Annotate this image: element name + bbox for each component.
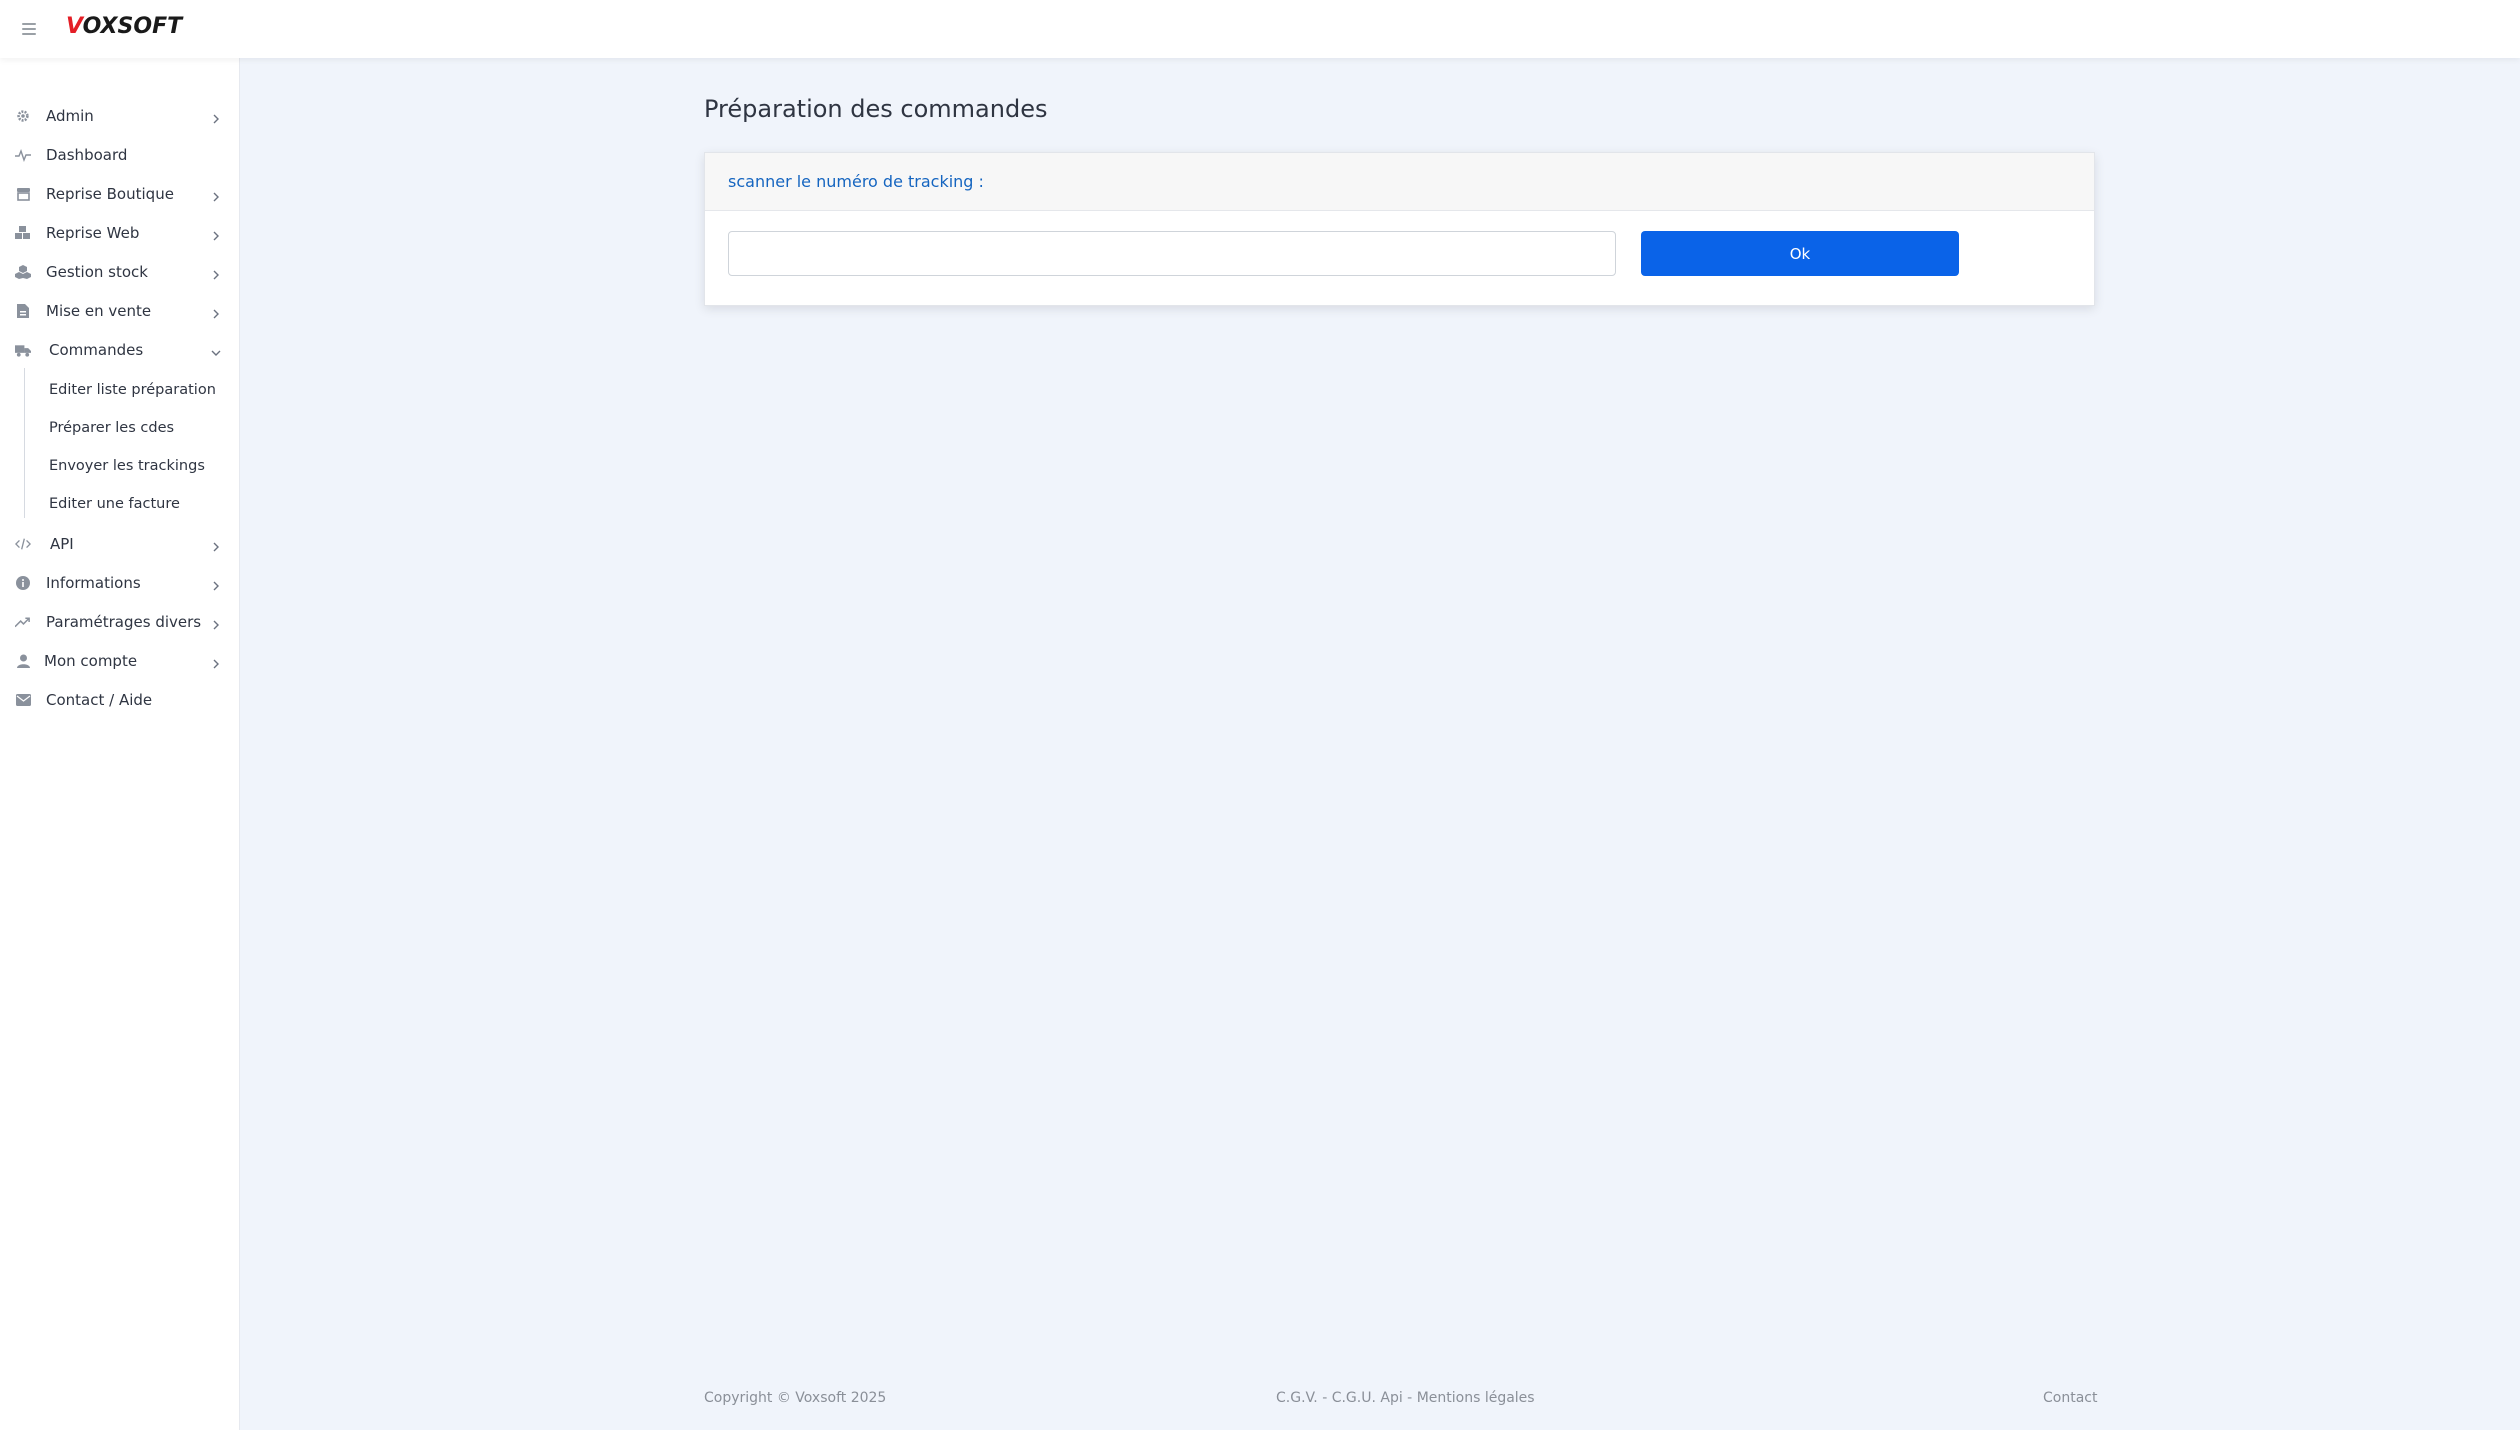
sidebar-item-gestion-stock[interactable]: Gestion stock xyxy=(0,254,240,290)
menu-toggle-icon[interactable] xyxy=(22,23,36,35)
cubes-icon xyxy=(15,264,31,280)
chevron-right-icon xyxy=(210,616,222,630)
chevron-right-icon xyxy=(210,538,222,552)
cgv-link[interactable]: C.G.V. xyxy=(1276,1390,1318,1406)
chevron-right-icon xyxy=(210,577,222,591)
top-bar: VOXSOFT xyxy=(0,0,2520,58)
footer-contact-wrap: Contact xyxy=(2043,1390,2097,1406)
pulse-icon xyxy=(15,147,31,163)
truck-icon xyxy=(15,342,31,358)
tracking-number-input[interactable] xyxy=(728,231,1616,276)
sidebar-item-mise-en-vente[interactable]: Mise en vente xyxy=(0,293,240,329)
chevron-right-icon xyxy=(210,655,222,669)
mentions-legales-link[interactable]: Mentions légales xyxy=(1417,1390,1535,1406)
chevron-right-icon xyxy=(210,305,222,319)
sidebar-item-label: Admin xyxy=(46,107,94,125)
boxes-icon xyxy=(15,225,31,241)
sidebar-item-label: Contact / Aide xyxy=(46,691,153,709)
sidebar-item-label: Reprise Web xyxy=(46,224,140,242)
sidebar-subitem-preparer-les-cdes[interactable]: Préparer les cdes xyxy=(49,413,174,443)
sidebar-item-reprise-web[interactable]: Reprise Web xyxy=(0,215,240,251)
file-icon xyxy=(15,303,31,319)
footer-separator: - xyxy=(1402,1390,1417,1406)
gear-icon xyxy=(15,108,31,124)
page-title: Préparation des commandes xyxy=(704,95,1048,123)
sidebar-item-commandes[interactable]: Commandes xyxy=(0,332,240,368)
sidebar-subitem-editer-une-facture[interactable]: Editer une facture xyxy=(49,489,180,519)
sidebar-item-contact-aide[interactable]: Contact / Aide xyxy=(0,682,240,718)
trending-icon xyxy=(15,614,31,630)
chevron-right-icon xyxy=(210,227,222,241)
sidebar-item-informations[interactable]: Informations xyxy=(0,565,240,601)
sidebar-item-parametrages-divers[interactable]: Paramétrages divers xyxy=(0,604,240,640)
chevron-right-icon xyxy=(210,110,222,124)
code-icon xyxy=(15,536,31,552)
sidebar-item-label: Mise en vente xyxy=(46,302,152,320)
footer-contact-link[interactable]: Contact xyxy=(2043,1390,2097,1406)
sidebar-item-label: Reprise Boutique xyxy=(46,185,174,203)
sidebar-item-label: Mon compte xyxy=(44,652,138,670)
chevron-right-icon xyxy=(210,188,222,202)
footer-separator: - xyxy=(1317,1390,1332,1406)
sidebar-item-dashboard[interactable]: Dashboard xyxy=(0,137,240,173)
ok-button[interactable]: Ok xyxy=(1641,231,1959,276)
sidebar-item-label: API xyxy=(50,535,74,553)
card-header: scanner le numéro de tracking : xyxy=(705,153,2094,211)
sidebar-item-admin[interactable]: Admin xyxy=(0,98,240,134)
sidebar-item-api[interactable]: API xyxy=(0,526,240,562)
sidebar-item-label: Dashboard xyxy=(46,146,128,164)
tracking-scan-card: scanner le numéro de tracking : Ok xyxy=(704,152,2095,306)
user-icon xyxy=(15,653,31,669)
chevron-right-icon xyxy=(210,266,222,280)
chevron-down-icon xyxy=(210,344,222,356)
store-icon xyxy=(15,186,31,202)
voxsoft-logo[interactable]: VOXSOFT xyxy=(66,14,182,39)
cgu-api-link[interactable]: C.G.U. Api xyxy=(1332,1390,1403,1406)
sidebar-item-label: Commandes xyxy=(49,341,144,359)
footer-legal-links: C.G.V. - C.G.U. Api - Mentions légales xyxy=(1276,1390,1535,1406)
sidebar-item-label: Informations xyxy=(46,574,141,592)
info-icon xyxy=(15,575,31,591)
sidebar-item-label: Gestion stock xyxy=(46,263,148,281)
sidebar-item-mon-compte[interactable]: Mon compte xyxy=(0,643,240,679)
sidebar-item-reprise-boutique[interactable]: Reprise Boutique xyxy=(0,176,240,212)
envelope-icon xyxy=(15,692,31,708)
footer-copyright: Copyright © Voxsoft 2025 xyxy=(704,1390,887,1406)
sidebar: Admin Dashboard Reprise Boutique Reprise… xyxy=(0,58,240,1430)
submenu-guide-line xyxy=(24,368,25,518)
sidebar-subitem-envoyer-les-trackings[interactable]: Envoyer les trackings xyxy=(49,451,205,481)
sidebar-subitem-editer-liste-preparation[interactable]: Editer liste préparation xyxy=(49,375,216,405)
sidebar-item-label: Paramétrages divers xyxy=(46,613,202,631)
